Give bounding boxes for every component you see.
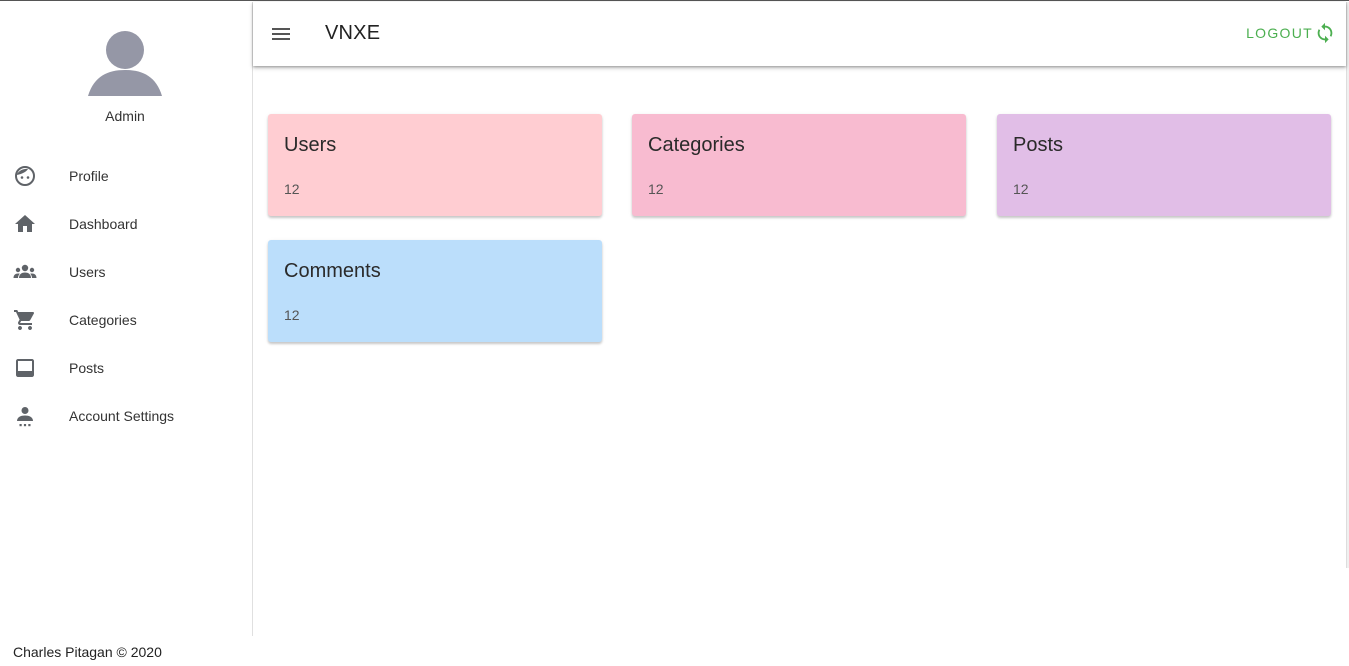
- logout-label: LOGOUT: [1246, 25, 1313, 41]
- footer-copyright: Charles Pitagan © 2020: [13, 644, 162, 660]
- card-title: Comments: [284, 260, 381, 282]
- card-users[interactable]: Users 12: [268, 114, 602, 216]
- card-count: 12: [1013, 181, 1029, 197]
- card-comments[interactable]: Comments 12: [268, 240, 602, 342]
- card-count: 12: [284, 181, 300, 197]
- face-icon: [13, 164, 37, 188]
- user-name: Admin: [105, 108, 145, 124]
- sidebar: Admin Profile Dashboard Users Categories…: [0, 2, 253, 636]
- tablet-icon: [13, 356, 37, 380]
- app-title: VNXE: [325, 22, 381, 44]
- sidebar-item-label: Account Settings: [69, 408, 175, 424]
- sidebar-item-label: Categories: [69, 312, 137, 328]
- menu-icon[interactable]: [269, 22, 293, 46]
- sidebar-item-posts[interactable]: Posts: [0, 344, 252, 392]
- sidebar-nav: Profile Dashboard Users Categories Posts…: [0, 152, 252, 440]
- sidebar-item-account-settings[interactable]: Account Settings: [0, 392, 252, 440]
- app-bar: VNXE LOGOUT: [253, 2, 1346, 66]
- sidebar-item-label: Profile: [69, 168, 109, 184]
- sidebar-item-users[interactable]: Users: [0, 248, 252, 296]
- app-window: Admin Profile Dashboard Users Categories…: [0, 0, 1349, 666]
- user-panel: Admin: [0, 2, 252, 132]
- cart-icon: [13, 308, 37, 332]
- sync-icon: [1317, 22, 1333, 44]
- card-title: Categories: [648, 134, 745, 156]
- sidebar-item-label: Users: [69, 264, 106, 280]
- sidebar-item-label: Dashboard: [69, 216, 138, 232]
- logout-button[interactable]: LOGOUT: [1246, 22, 1336, 44]
- people-icon: [13, 260, 37, 284]
- avatar-icon[interactable]: [88, 30, 162, 96]
- sidebar-item-dashboard[interactable]: Dashboard: [0, 200, 252, 248]
- home-icon: [13, 212, 37, 236]
- card-posts[interactable]: Posts 12: [997, 114, 1331, 216]
- sidebar-item-profile[interactable]: Profile: [0, 152, 252, 200]
- card-title: Posts: [1013, 134, 1064, 156]
- sidebar-item-categories[interactable]: Categories: [0, 296, 252, 344]
- card-count: 12: [648, 181, 664, 197]
- card-categories[interactable]: Categories 12: [632, 114, 966, 216]
- account-settings-icon: [13, 404, 37, 428]
- card-count: 12: [284, 307, 300, 323]
- card-title: Users: [284, 134, 337, 156]
- sidebar-item-label: Posts: [69, 360, 105, 376]
